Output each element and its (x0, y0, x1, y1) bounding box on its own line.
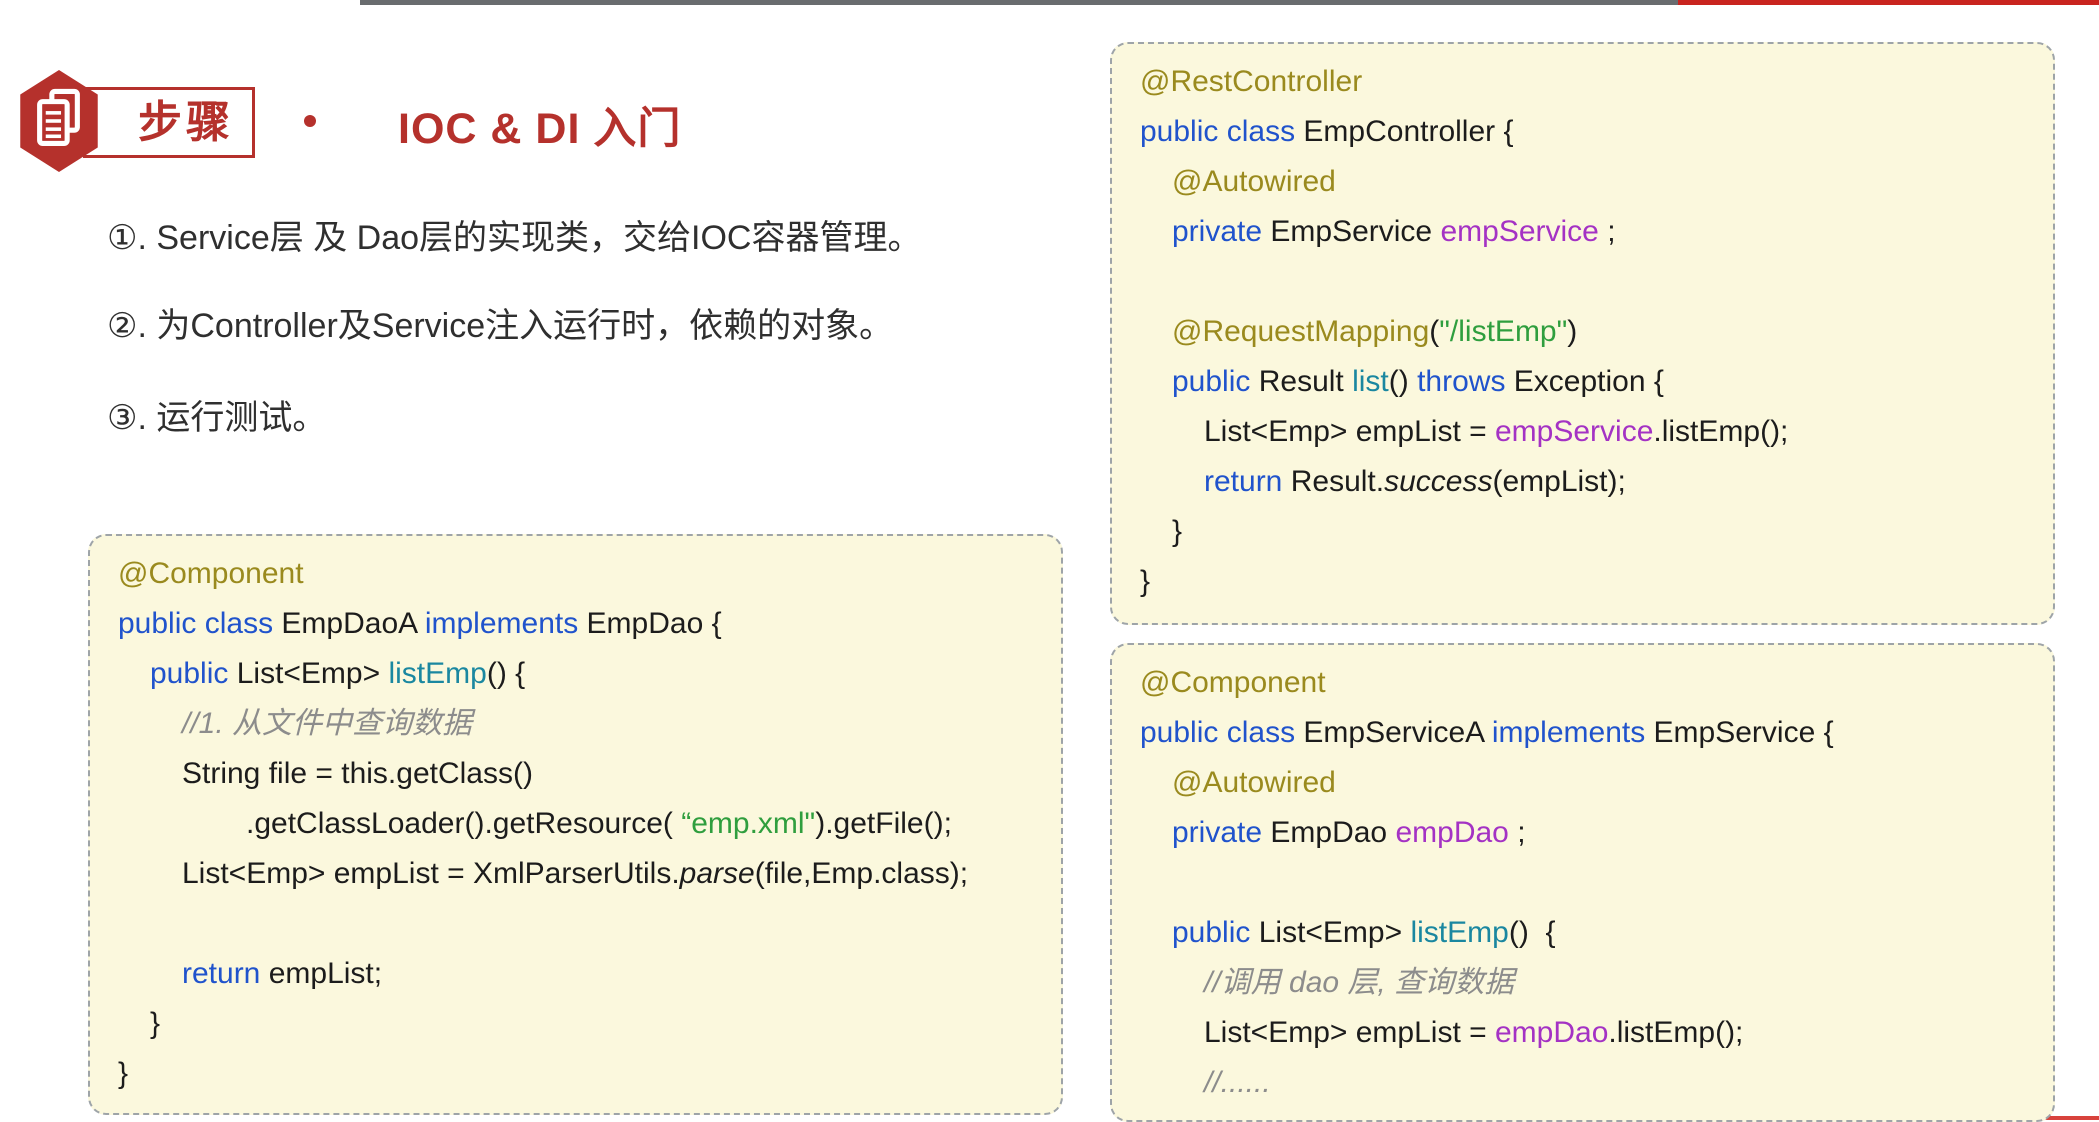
code-line: public Result list() throws Exception { (1140, 357, 2025, 407)
badge-steps: 步骤 (83, 87, 255, 158)
code-line: //1. 从文件中查询数据 (118, 699, 1033, 749)
code-line: .getClassLoader().getResource( “emp.xml"… (118, 799, 1033, 849)
code-line: @Component (1140, 658, 2025, 708)
code-line: @RequestMapping("/listEmp") (1140, 307, 2025, 357)
step-item-3: ③. 运行测试。 (107, 398, 326, 438)
code-line (1140, 257, 2025, 307)
code-line: } (118, 1049, 1033, 1099)
code-line: public List<Emp> listEmp() { (1140, 908, 2025, 958)
code-line (1140, 858, 2025, 908)
code-line: List<Emp> empList = empDao.listEmp(); (1140, 1008, 2025, 1058)
code-line: return empList; (118, 949, 1033, 999)
page-title: IOC & DI 入门 (398, 94, 681, 156)
document-icon (18, 68, 100, 174)
code-line: List<Emp> empList = empService.listEmp()… (1140, 407, 2025, 457)
title-bullet-icon (304, 115, 316, 127)
code-line: @RestController (1140, 57, 2025, 107)
code-line: public class EmpDaoA implements EmpDao { (118, 599, 1033, 649)
code-line: @Autowired (1140, 157, 2025, 207)
code-line: @Autowired (1140, 758, 2025, 808)
top-bar-gray-segment (360, 0, 1678, 5)
code-block-empdao: @Componentpublic class EmpDaoA implement… (88, 534, 1063, 1115)
code-line: public List<Emp> listEmp() { (118, 649, 1033, 699)
code-block-empcontroller: @RestControllerpublic class EmpControlle… (1110, 42, 2055, 625)
code-line: @Component (118, 549, 1033, 599)
code-line: public class EmpController { (1140, 107, 2025, 157)
code-line: } (1140, 557, 2025, 607)
code-line: } (1140, 507, 2025, 557)
step-item-1: ①. Service层 及 Dao层的实现类，交给IOC容器管理。 (107, 218, 921, 258)
code-line: List<Emp> empList = XmlParserUtils.parse… (118, 849, 1033, 899)
code-line: //...... (1140, 1058, 2025, 1108)
code-line: return Result.success(empList); (1140, 457, 2025, 507)
code-line: private EmpDao empDao ; (1140, 808, 2025, 858)
code-line: } (118, 999, 1033, 1049)
code-line: //调用 dao 层, 查询数据 (1140, 958, 2025, 1008)
code-block-empservice: @Componentpublic class EmpServiceA imple… (1110, 643, 2055, 1122)
code-line: public class EmpServiceA implements EmpS… (1140, 708, 2025, 758)
step-item-2: ②. 为Controller及Service注入运行时，依赖的对象。 (107, 306, 893, 346)
code-line: private EmpService empService ; (1140, 207, 2025, 257)
top-bar-red-segment (1678, 0, 2099, 5)
code-line (118, 899, 1033, 949)
badge-label: 步骤 (138, 101, 234, 145)
code-line: String file = this.getClass() (118, 749, 1033, 799)
